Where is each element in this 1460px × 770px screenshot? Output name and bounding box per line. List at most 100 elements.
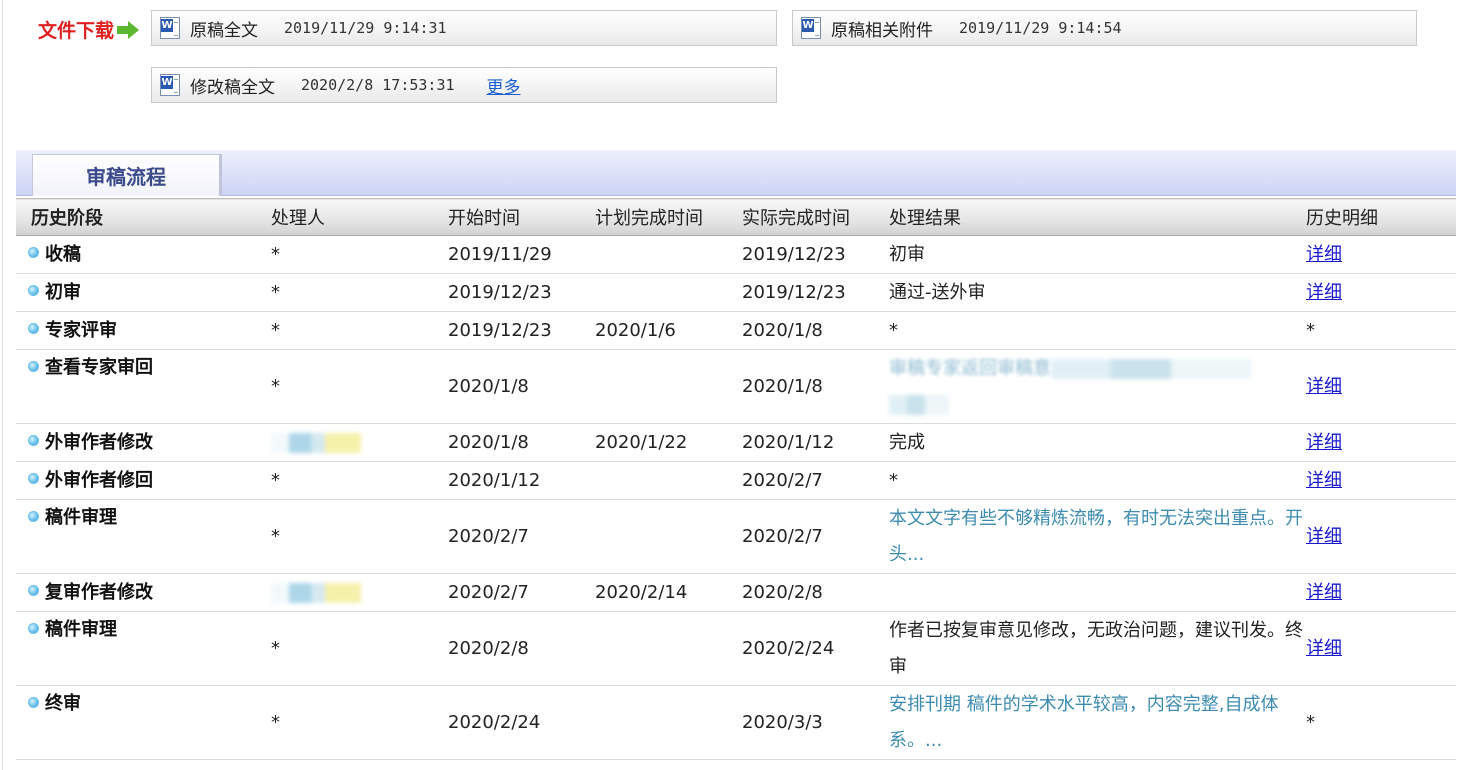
actual-date-cell: 2020/2/24 — [742, 611, 889, 686]
result-text: 安排刊期 稿件的学术水平较高，内容完整,自成体系。... — [889, 693, 1279, 751]
bullet-icon — [28, 360, 39, 372]
result-text: 本文文字有些不够精炼流畅，有时无法突出重点。开头... — [889, 507, 1303, 565]
bullet-icon — [28, 585, 39, 596]
detail-link[interactable]: 详细 — [1306, 244, 1342, 265]
file-revised-full-text[interactable]: 修改稿全文 2020/2/8 17:53:31 更多 — [151, 67, 777, 103]
redacted-block — [889, 394, 949, 415]
handler-cell: * — [271, 611, 448, 686]
download-label: 文件下载 — [38, 16, 140, 43]
actual-date-cell: 2019/12/23 — [742, 235, 889, 274]
stage-name: 收稿 — [45, 243, 81, 265]
result-cell — [889, 573, 1306, 612]
file-name[interactable]: 原稿相关附件 — [831, 16, 933, 41]
actual-date-cell: 2020/2/7 — [742, 461, 889, 500]
table-row: 稿件审理 * 2020/2/8 2020/2/24 作者已按复审意见修改，无政治… — [16, 611, 1456, 686]
download-label-text: 文件下载 — [38, 20, 115, 42]
file-original-full-text[interactable]: 原稿全文 2019/11/29 9:14:31 — [151, 10, 777, 46]
detail-link[interactable]: 详细 — [1306, 582, 1342, 603]
word-document-icon — [160, 17, 180, 39]
tab-bar: 审稿流程 — [16, 150, 1456, 196]
bullet-icon — [28, 696, 39, 708]
planned-date-cell — [595, 273, 742, 312]
table-row: 查看专家审回 * 2020/1/8 2020/1/8 审稿专家返回审稿意 详细 — [16, 349, 1456, 424]
file-name[interactable]: 原稿全文 — [190, 16, 258, 41]
handler-cell: * — [271, 311, 448, 350]
result-cell: * — [889, 311, 1306, 350]
actual-date-cell: 2020/3/3 — [742, 685, 889, 760]
handler-cell: * — [271, 461, 448, 500]
tab-review-process[interactable]: 审稿流程 — [32, 154, 222, 196]
start-date-cell: 2020/1/12 — [448, 461, 595, 500]
table-row: 初审 * 2019/12/23 2019/12/23 通过-送外审 详细 — [16, 273, 1456, 312]
table-header-row: 历史阶段 处理人 开始时间 计划完成时间 实际完成时间 处理结果 历史明细 — [16, 198, 1456, 236]
actual-date-cell: 2020/1/8 — [742, 311, 889, 350]
file-original-attachment[interactable]: 原稿相关附件 2019/11/29 9:14:54 — [792, 10, 1417, 46]
stage-name: 外审作者修改 — [45, 431, 153, 453]
redacted-block — [1051, 358, 1251, 379]
column-header: 处理人 — [271, 198, 448, 236]
actual-date-cell: 2020/1/12 — [742, 423, 889, 462]
result-text-value: 审稿专家返回审稿意 — [889, 357, 1051, 379]
stage-name: 复审作者修改 — [45, 581, 153, 603]
stage-name: 稿件审理 — [45, 619, 117, 640]
bullet-icon — [28, 323, 39, 334]
result-cell: * — [889, 461, 1306, 500]
more-link[interactable]: 更多 — [487, 73, 521, 98]
bullet-icon — [28, 247, 39, 258]
handler-cell: * — [271, 685, 448, 760]
page-left-border — [2, 0, 3, 770]
table-row: 稿件审理 * 2020/2/7 2020/2/7 本文文字有些不够精炼流畅，有时… — [16, 499, 1456, 574]
result-cell: 审稿专家返回审稿意 — [889, 349, 1306, 424]
start-date-cell: 2019/12/23 — [448, 311, 595, 350]
result-cell: 本文文字有些不够精炼流畅，有时无法突出重点。开头... — [889, 499, 1306, 574]
actual-date-cell: 2020/2/7 — [742, 499, 889, 574]
table-row: 专家评审 * 2019/12/23 2020/1/6 2020/1/8 * * — [16, 311, 1456, 350]
detail-link[interactable]: 详细 — [1306, 470, 1342, 491]
planned-date-cell — [595, 499, 742, 574]
table-row: 外审作者修回 * 2020/1/12 2020/2/7 * 详细 — [16, 461, 1456, 500]
start-date-cell: 2020/1/8 — [448, 349, 595, 424]
planned-date-cell: 2020/1/6 — [595, 311, 742, 350]
handler-cell — [271, 423, 448, 462]
detail-link[interactable]: 详细 — [1306, 376, 1342, 397]
column-header: 开始时间 — [448, 198, 595, 236]
detail-cell: * — [1306, 311, 1456, 350]
start-date-cell: 2020/2/7 — [448, 573, 595, 612]
bullet-icon — [28, 473, 39, 484]
stage-name: 稿件审理 — [45, 507, 117, 528]
column-header: 实际完成时间 — [742, 198, 889, 236]
result-cell: 安排刊期 稿件的学术水平较高，内容完整,自成体系。... — [889, 685, 1306, 760]
actual-date-cell: 2020/2/8 — [742, 573, 889, 612]
table-row: 收稿 * 2019/11/29 2019/12/23 初审 详细 — [16, 235, 1456, 274]
planned-date-cell — [595, 461, 742, 500]
detail-link[interactable]: 详细 — [1306, 526, 1342, 547]
start-date-cell: 2020/2/7 — [448, 499, 595, 574]
column-header: 历史明细 — [1306, 198, 1456, 236]
stage-name: 专家评审 — [45, 319, 117, 341]
planned-date-cell — [595, 685, 742, 760]
handler-cell: * — [271, 273, 448, 312]
word-document-icon — [801, 17, 821, 39]
handler-cell: * — [271, 499, 448, 574]
start-date-cell: 2020/2/24 — [448, 685, 595, 760]
file-name[interactable]: 修改稿全文 — [190, 73, 275, 98]
stage-name: 查看专家审回 — [45, 357, 153, 378]
stage-name: 初审 — [45, 281, 81, 303]
result-cell: 通过-送外审 — [889, 273, 1306, 312]
detail-link[interactable]: 详细 — [1306, 282, 1342, 303]
bullet-icon — [28, 510, 39, 522]
start-date-cell: 2020/2/8 — [448, 611, 595, 686]
column-header: 处理结果 — [889, 198, 1306, 236]
start-date-cell: 2019/12/23 — [448, 273, 595, 312]
actual-date-cell: 2019/12/23 — [742, 273, 889, 312]
start-date-cell: 2019/11/29 — [448, 235, 595, 274]
arrow-right-icon — [117, 20, 140, 39]
detail-link[interactable]: 详细 — [1306, 432, 1342, 453]
result-cell: 初审 — [889, 235, 1306, 274]
planned-date-cell: 2020/1/22 — [595, 423, 742, 462]
result-text: 作者已按复审意见修改，无政治问题，建议刊发。终审 — [889, 619, 1303, 677]
planned-date-cell — [595, 235, 742, 274]
bullet-icon — [28, 285, 39, 296]
detail-link[interactable]: 详细 — [1306, 638, 1342, 659]
word-document-icon — [160, 74, 180, 96]
